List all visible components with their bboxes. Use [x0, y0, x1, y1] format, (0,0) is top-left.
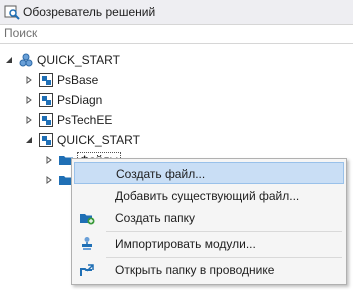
context-menu: Создать файл... Добавить существующий фа… — [71, 158, 347, 285]
tree-node-label: PsTechEE — [57, 113, 113, 127]
menu-item-create-file[interactable]: Создать файл... — [74, 162, 344, 184]
search-bar — [0, 24, 353, 44]
collapsed-arrow-icon[interactable] — [24, 75, 34, 85]
menu-separator — [106, 231, 342, 232]
open-in-explorer-icon — [80, 264, 94, 276]
tree-node-label: QUICK_START — [57, 133, 140, 147]
expanded-arrow-icon[interactable] — [4, 55, 14, 65]
project-icon — [39, 133, 53, 147]
import-icon — [82, 237, 92, 250]
tree-node-quick-start-project[interactable]: QUICK_START — [24, 130, 140, 150]
menu-item-label: Добавить существующий файл... — [115, 189, 300, 203]
menu-item-open-in-explorer[interactable]: Открыть папку в проводнике — [74, 259, 344, 281]
menu-item-create-folder[interactable]: Создать папку — [74, 207, 344, 229]
menu-item-label: Импортировать модули... — [115, 237, 256, 251]
collapsed-arrow-icon[interactable] — [24, 95, 34, 105]
panel-title: Обозреватель решений — [23, 5, 156, 19]
tree-node-pstechee[interactable]: PsTechEE — [24, 110, 112, 130]
project-icon — [39, 73, 53, 87]
solution-explorer-titlebar: Обозреватель решений — [0, 0, 353, 24]
menu-item-label: Создать файл... — [116, 167, 206, 181]
tree-node-label: QUICK_START — [37, 53, 120, 67]
solution-explorer-icon — [4, 5, 20, 20]
menu-item-import-modules[interactable]: Импортировать модули... — [74, 233, 344, 255]
menu-item-add-existing-file[interactable]: Добавить существующий файл... — [74, 185, 344, 207]
search-input[interactable] — [0, 25, 344, 41]
menu-item-label: Создать папку — [115, 211, 195, 225]
new-folder-icon — [80, 214, 95, 225]
solution-icon — [19, 53, 33, 67]
expanded-arrow-icon[interactable] — [24, 135, 34, 145]
menu-item-label: Открыть папку в проводнике — [115, 263, 275, 277]
collapsed-arrow-icon[interactable] — [44, 175, 54, 185]
tree-node-psbase[interactable]: PsBase — [24, 70, 98, 90]
menu-separator — [106, 257, 342, 258]
project-icon — [39, 113, 53, 127]
collapsed-arrow-icon[interactable] — [24, 115, 34, 125]
tree-node-root[interactable]: QUICK_START — [4, 50, 120, 70]
collapsed-arrow-icon[interactable] — [44, 155, 54, 165]
tree-node-label: PsBase — [57, 73, 99, 87]
tree-node-psdiagn[interactable]: PsDiagn — [24, 90, 102, 110]
project-icon — [39, 93, 53, 107]
tree-node-label: PsDiagn — [57, 93, 103, 107]
